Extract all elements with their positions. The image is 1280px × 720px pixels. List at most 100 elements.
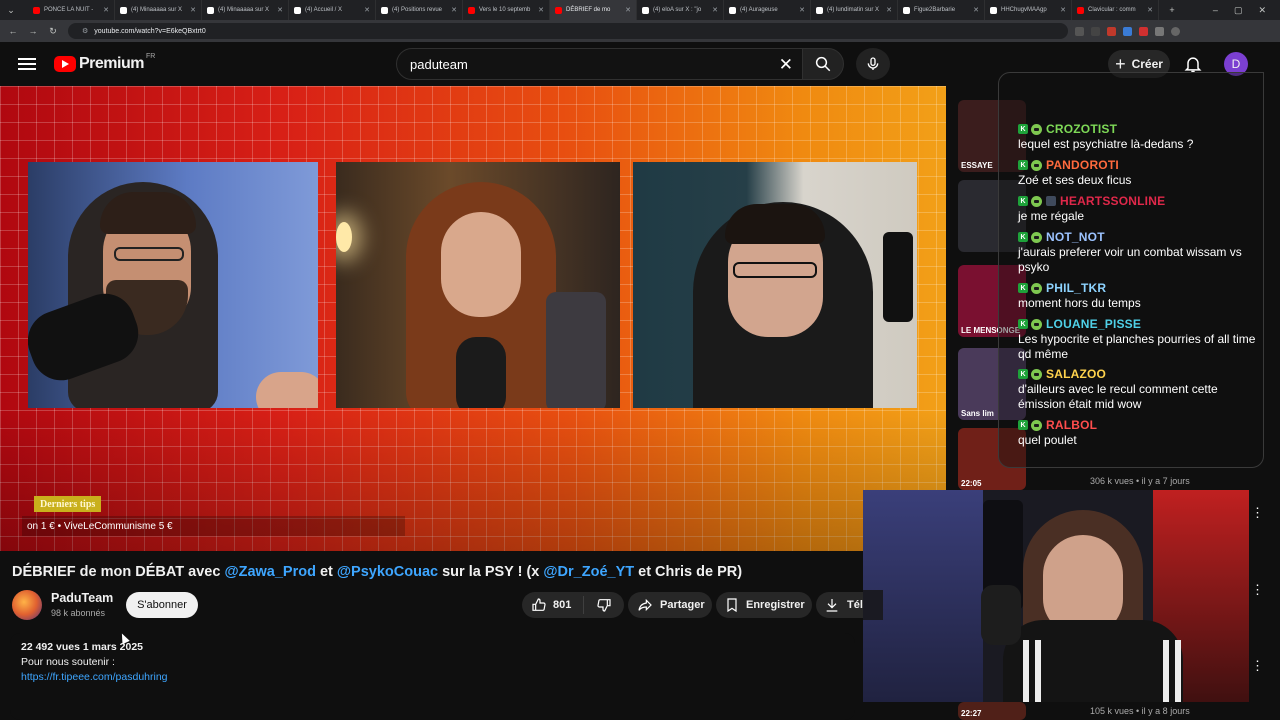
more-options-icon[interactable]: ⋮ xyxy=(1251,582,1264,598)
tab-label: (4) Accueil / X xyxy=(305,7,343,13)
tab-label: (4) Aurageuse xyxy=(740,7,778,13)
kick-badge-icon: K xyxy=(1018,160,1028,170)
dislike-button[interactable] xyxy=(584,597,624,613)
more-options-icon[interactable]: ⋮ xyxy=(1251,658,1264,674)
minimize-icon[interactable]: – xyxy=(1213,5,1218,16)
close-tab-icon[interactable]: ✕ xyxy=(1060,6,1066,14)
thumbnail-label: 22:05 xyxy=(961,479,982,488)
channel-subscribers: 98 k abonnés xyxy=(51,608,106,618)
forward-icon[interactable]: → xyxy=(26,24,40,38)
bookmark-icon xyxy=(727,598,737,613)
tab-label: HHChugvMAAgp xyxy=(1001,7,1047,13)
title-mention-link[interactable]: @Zawa_Prod xyxy=(224,564,316,580)
more-options-icon[interactable]: ⋮ xyxy=(1251,505,1264,521)
tab-label: DÉBRIEF de mo xyxy=(566,7,611,13)
profile-icon[interactable] xyxy=(1171,26,1180,36)
title-text: DÉBRIEF de mon DÉBAT avec xyxy=(12,564,225,580)
chat-text: j'aurais preferer voir un combat wissam … xyxy=(1018,245,1242,274)
tab-favicon-icon xyxy=(1077,6,1084,14)
browser-tab[interactable]: HHChugvMAAgp ✕ xyxy=(985,0,1072,20)
voice-search-button[interactable] xyxy=(856,48,890,80)
browser-tab[interactable]: (4) Accueil / X ✕ xyxy=(289,0,376,20)
tab-label: Figue2Barbarie xyxy=(914,7,956,13)
browser-tab[interactable]: (4) Minaaaaa sur X ✕ xyxy=(202,0,289,20)
share-button[interactable]: Partager xyxy=(628,592,712,618)
chat-text: d'ailleurs avec le recul comment cette é… xyxy=(1018,382,1218,411)
close-tab-icon[interactable]: ✕ xyxy=(886,6,892,14)
close-tab-icon[interactable]: ✕ xyxy=(712,6,718,14)
tab-label: (4) eloA sur X : "jo xyxy=(653,7,702,13)
close-tab-icon[interactable]: ✕ xyxy=(799,6,805,14)
url-bar[interactable]: ⚙ youtube.com/watch?v=E6keQBxtrt0 xyxy=(68,23,1068,39)
chat-message: K PHIL_TKR moment hors du temps xyxy=(1018,281,1258,311)
bookmark-star-icon[interactable] xyxy=(1091,26,1100,36)
browser-tab[interactable]: Vers le 10 septemb ✕ xyxy=(463,0,550,20)
close-tab-icon[interactable]: ✕ xyxy=(1147,6,1153,14)
extension-icon[interactable] xyxy=(1139,26,1148,36)
chat-username: HEARTSSONLINE xyxy=(1060,194,1166,208)
extension-icon[interactable] xyxy=(1107,26,1116,36)
search-input[interactable]: paduteam ✕ xyxy=(396,48,804,80)
close-tab-icon[interactable]: ✕ xyxy=(364,6,370,14)
close-tab-icon[interactable]: ✕ xyxy=(973,6,979,14)
extension-icon[interactable] xyxy=(1123,26,1132,36)
notifications-bell-icon[interactable] xyxy=(1183,54,1203,74)
channel-name[interactable]: PaduTeam xyxy=(51,591,113,605)
title-text: et Chris de PR) xyxy=(634,564,743,580)
close-tab-icon[interactable]: ✕ xyxy=(103,6,109,14)
close-tab-icon[interactable]: ✕ xyxy=(190,6,196,14)
tab-favicon-icon xyxy=(903,6,910,14)
chat-message: K RALBOL quel poulet xyxy=(1018,418,1258,448)
channel-avatar[interactable] xyxy=(12,590,42,620)
save-label: Enregistrer xyxy=(746,599,805,611)
search-button[interactable] xyxy=(802,48,844,80)
chat-username: RALBOL xyxy=(1046,418,1098,432)
browser-tab[interactable]: (4) eloA sur X : "jo ✕ xyxy=(637,0,724,20)
title-mention-link[interactable]: @Dr_Zoé_YT xyxy=(543,564,634,580)
close-tab-icon[interactable]: ✕ xyxy=(625,6,631,14)
recommendation-thumbnail[interactable]: 22:27 xyxy=(958,702,1026,720)
browser-tab[interactable]: (4) lundimatin sur X ✕ xyxy=(811,0,898,20)
close-tab-icon[interactable]: ✕ xyxy=(538,6,544,14)
share-icon xyxy=(638,598,652,612)
reload-icon[interactable]: ↻ xyxy=(46,24,60,38)
like-dislike-group: 801 xyxy=(522,592,624,618)
new-tab-icon[interactable]: + xyxy=(1165,3,1179,17)
browser-tab[interactable]: PONCE LA NUIT - ✕ xyxy=(28,0,115,20)
browser-tab[interactable]: (4) Positions revue ✕ xyxy=(376,0,463,20)
tab-search-icon[interactable]: ⌄ xyxy=(4,3,18,17)
youtube-premium-logo[interactable]: Premium FR xyxy=(54,53,155,73)
clear-search-icon[interactable]: ✕ xyxy=(779,55,793,75)
browser-tab[interactable]: Clavicular : comm ✕ xyxy=(1072,0,1159,20)
chat-text: moment hors du temps xyxy=(1018,296,1141,310)
description-link[interactable]: https://fr.tipeee.com/pasduhring xyxy=(21,671,168,683)
video-player[interactable]: Derniers tips on 1 € • ViveLeCommunisme … xyxy=(0,86,946,551)
extension-icon[interactable] xyxy=(1155,26,1164,36)
browser-tab[interactable]: Figue2Barbarie ✕ xyxy=(898,0,985,20)
back-icon[interactable]: ← xyxy=(6,24,20,38)
guest-camera-right xyxy=(633,162,917,408)
kick-badge-icon: K xyxy=(1018,420,1028,430)
site-info-icon[interactable]: ⚙ xyxy=(82,27,88,35)
like-button[interactable]: 801 xyxy=(522,596,584,614)
hamburger-menu-icon[interactable] xyxy=(18,55,36,73)
tips-title: Derniers tips xyxy=(34,496,102,512)
tab-favicon-icon xyxy=(990,6,997,14)
title-mention-link[interactable]: @PsykoCouac xyxy=(337,564,438,580)
download-icon xyxy=(826,599,838,612)
subscribe-button[interactable]: S'abonner xyxy=(126,592,198,618)
title-text: sur la PSY ! (x xyxy=(438,564,544,580)
close-tab-icon[interactable]: ✕ xyxy=(277,6,283,14)
tab-favicon-icon xyxy=(555,6,562,14)
browser-tab[interactable]: (4) Aurageuse ✕ xyxy=(724,0,811,20)
tab-strip: PONCE LA NUIT - ✕ (4) Minaaaaa sur X ✕ (4) M… xyxy=(28,0,1159,20)
browser-tab[interactable]: (4) Minaaaaa sur X ✕ xyxy=(115,0,202,20)
share-label: Partager xyxy=(660,599,705,611)
extension-icon[interactable] xyxy=(1075,26,1084,36)
restore-icon[interactable]: ▢ xyxy=(1234,5,1243,16)
browser-tab[interactable]: DÉBRIEF de mo ✕ xyxy=(550,0,637,20)
close-window-icon[interactable]: ✕ xyxy=(1258,5,1266,16)
chat-username: NOT_NOT xyxy=(1046,230,1105,244)
close-tab-icon[interactable]: ✕ xyxy=(451,6,457,14)
save-button[interactable]: Enregistrer xyxy=(716,592,812,618)
